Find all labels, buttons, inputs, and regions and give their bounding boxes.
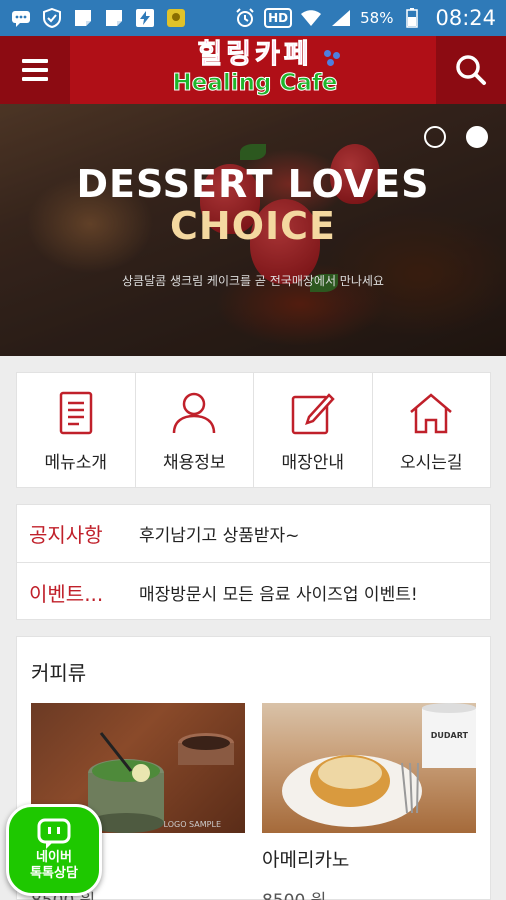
carousel-dot-active[interactable] xyxy=(466,126,488,148)
naver-talk-button[interactable]: 네이버 톡톡상담 xyxy=(6,804,102,896)
quick-menu-directions[interactable]: 오시는길 xyxy=(373,373,491,487)
product-image-caption: LOGO SAMPLE xyxy=(163,820,221,829)
naver-label-line1: 네이버 xyxy=(36,850,72,865)
talk-bubble-icon xyxy=(37,818,71,849)
note-icon xyxy=(103,8,125,28)
quick-menu-label: 메뉴소개 xyxy=(44,452,108,473)
home-icon xyxy=(406,388,456,438)
notice-tag: 공지사항 xyxy=(29,523,103,547)
search-icon xyxy=(456,55,486,85)
notice-text: 후기남기고 상품받자~ xyxy=(139,526,300,546)
carousel-dot[interactable] xyxy=(424,126,446,148)
signal-icon xyxy=(330,8,352,28)
product-name: 아메리카노 xyxy=(262,849,350,871)
product-image-caption: DUDART xyxy=(430,731,468,740)
event-row[interactable]: 이벤트... 매장방문시 모든 음료 사이즈업 이벤트! xyxy=(17,563,490,621)
alarm-icon xyxy=(234,8,256,28)
app-icon xyxy=(165,8,187,28)
hd-icon: HD xyxy=(264,8,293,28)
section-title: 커피류 xyxy=(31,661,87,685)
note-icon xyxy=(72,8,94,28)
battery-percent: 58% xyxy=(360,9,394,27)
edit-icon xyxy=(288,388,338,438)
quick-menu: 메뉴소개 채용정보 매장안내 오시는길 xyxy=(16,372,491,488)
notification-icons xyxy=(10,8,187,28)
quick-menu-recruit[interactable]: 채용정보 xyxy=(136,373,254,487)
battery-icon xyxy=(401,8,423,28)
search-button[interactable] xyxy=(436,36,506,104)
status-bar: HD 58% 08:24 xyxy=(0,0,506,36)
logo-korean: 힐링카페 xyxy=(197,39,313,70)
notice-board: 공지사항 후기남기고 상품받자~ 이벤트... 매장방문시 모든 음료 사이즈업… xyxy=(16,504,491,620)
carousel-dots xyxy=(424,126,488,148)
person-icon xyxy=(169,388,219,438)
product-image: DUDART xyxy=(262,703,476,833)
event-text: 매장방문시 모든 음료 사이즈업 이벤트! xyxy=(139,584,418,605)
notice-row[interactable]: 공지사항 후기남기고 상품받자~ xyxy=(17,505,490,563)
logo-dots-icon xyxy=(324,50,342,68)
product-price: 8500 원 xyxy=(262,886,476,900)
banner-subtitle: CHOICE xyxy=(170,204,336,248)
logo[interactable]: 힐링카페 Healing Cafe xyxy=(160,39,350,100)
quick-menu-store-info[interactable]: 매장안내 xyxy=(254,373,373,487)
quick-menu-menu-intro[interactable]: 메뉴소개 xyxy=(17,373,136,487)
quick-menu-label: 채용정보 xyxy=(162,452,226,473)
hamburger-menu-button[interactable] xyxy=(0,36,70,104)
banner-caption: 상큼달콤 생크림 케이크를 곧 전국매장에서 만나세요 xyxy=(122,274,384,288)
banner-title: DESSERT LOVES xyxy=(76,162,430,206)
product-card[interactable]: DUDART 아메리카노 8500 원 xyxy=(262,703,476,900)
chat-icon xyxy=(10,8,32,28)
naver-label-line2: 톡톡상담 xyxy=(30,866,78,881)
clock: 08:24 xyxy=(435,6,496,30)
event-tag: 이벤트... xyxy=(29,581,104,606)
shield-icon xyxy=(41,8,63,28)
app-header: 힐링카페 Healing Cafe xyxy=(0,36,506,104)
document-icon xyxy=(51,388,101,438)
quick-menu-label: 매장안내 xyxy=(281,452,345,473)
flash-icon xyxy=(134,8,156,28)
logo-english: Healing Cafe xyxy=(172,70,338,97)
hamburger-icon xyxy=(22,59,48,63)
quick-menu-label: 오시는길 xyxy=(399,452,463,473)
hero-banner[interactable]: DESSERT LOVES CHOICE 상큼달콤 생크림 케이크를 곧 전국매… xyxy=(0,104,506,356)
wifi-icon xyxy=(300,8,322,28)
